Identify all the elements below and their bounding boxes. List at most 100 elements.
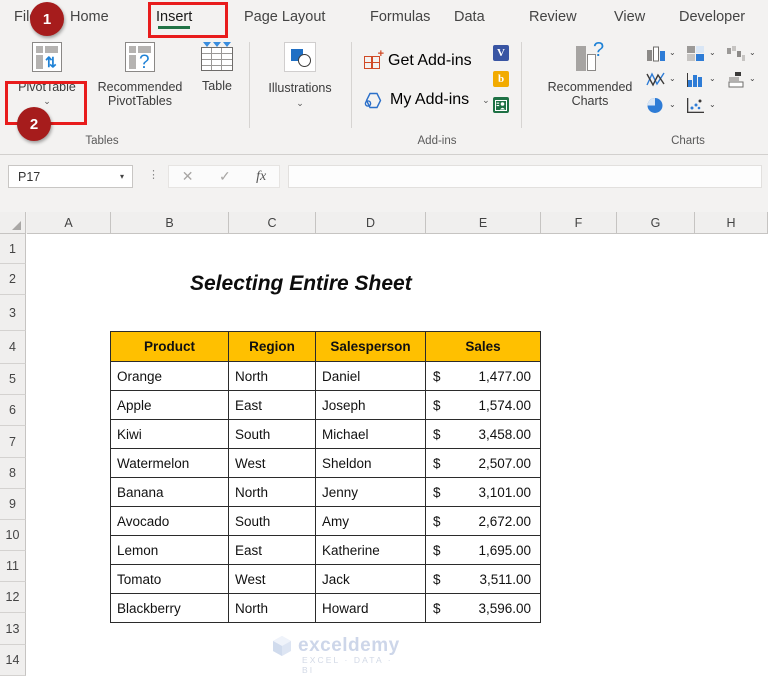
column-header-d[interactable]: D	[316, 212, 426, 234]
row-header-1[interactable]: 1	[0, 234, 26, 264]
line-chart-icon[interactable]: ⌄	[646, 70, 686, 88]
cell-region[interactable]: South	[228, 506, 316, 536]
column-header-b[interactable]: B	[111, 212, 229, 234]
cell-region[interactable]: North	[228, 361, 316, 391]
cell-region[interactable]: West	[228, 564, 316, 594]
column-header-h[interactable]: H	[695, 212, 768, 234]
formula-input[interactable]	[288, 165, 762, 188]
column-header-g[interactable]: G	[617, 212, 695, 234]
histogram-chart-icon[interactable]: ⌄	[686, 70, 726, 88]
funnel-chart-icon[interactable]: ⌄	[726, 70, 766, 88]
chevron-down-icon[interactable]: ⌄	[749, 44, 756, 62]
column-header-c[interactable]: C	[229, 212, 316, 234]
row-header-6[interactable]: 6	[0, 395, 26, 426]
cell-region[interactable]: East	[228, 535, 316, 565]
cell-region[interactable]: East	[228, 390, 316, 420]
visio-icon[interactable]: V	[493, 45, 509, 61]
chevron-down-icon[interactable]: ⌄	[709, 44, 716, 62]
row-header-5[interactable]: 5	[0, 364, 26, 395]
cell-salesperson[interactable]: Daniel	[315, 361, 426, 391]
column-header-f[interactable]: F	[541, 212, 617, 234]
waterfall-chart-icon[interactable]: ⌄	[726, 44, 766, 62]
cell-sales[interactable]: $3,101.00	[425, 477, 541, 507]
row-header-9[interactable]: 9	[0, 489, 26, 520]
cell-sales[interactable]: $3,596.00	[425, 593, 541, 623]
chevron-down-icon[interactable]: ⌄	[709, 70, 716, 88]
chevron-down-icon[interactable]: ⌄	[669, 96, 676, 114]
cell-salesperson[interactable]: Katherine	[315, 535, 426, 565]
cell-product[interactable]: Tomato	[110, 564, 229, 594]
row-header-10[interactable]: 10	[0, 520, 26, 551]
chevron-down-icon[interactable]: ▾	[120, 172, 132, 181]
cell-salesperson[interactable]: Howard	[315, 593, 426, 623]
cell-product[interactable]: Watermelon	[110, 448, 229, 478]
cell-sales[interactable]: $1,695.00	[425, 535, 541, 565]
cell-salesperson[interactable]: Jack	[315, 564, 426, 594]
cell-sales[interactable]: $1,477.00	[425, 361, 541, 391]
recommended-pivot-tables-button[interactable]: ? Recommended PivotTables	[86, 42, 194, 108]
cell-salesperson[interactable]: Jenny	[315, 477, 426, 507]
chevron-down-icon[interactable]: ⌄	[296, 99, 304, 108]
tab-review[interactable]: Review	[521, 4, 585, 30]
get-addins-button[interactable]: + Get Add-ins	[364, 48, 472, 70]
chevron-down-icon[interactable]: ⌄	[709, 96, 716, 114]
tab-developer[interactable]: Developer	[671, 4, 753, 30]
enter-icon[interactable]: ✓	[219, 168, 231, 185]
formula-bar-expand-icon[interactable]: ⋮	[148, 170, 159, 181]
chevron-down-icon[interactable]: ⌄	[749, 70, 756, 88]
recommended-charts-button[interactable]: ? Recommended Charts	[537, 40, 643, 108]
cell-product[interactable]: Avocado	[110, 506, 229, 536]
tab-page-layout[interactable]: Page Layout	[236, 4, 333, 30]
tab-home[interactable]: Home	[62, 4, 117, 30]
select-all-button[interactable]	[0, 212, 26, 234]
illustrations-button[interactable]: Illustrations ⌄	[258, 42, 342, 108]
column-header-e[interactable]: E	[426, 212, 541, 234]
cell-product[interactable]: Kiwi	[110, 419, 229, 449]
cell-sales[interactable]: $3,458.00	[425, 419, 541, 449]
insert-function-icon[interactable]: fx	[256, 169, 266, 185]
scatter-chart-icon[interactable]: ⌄	[686, 96, 726, 114]
cell-region[interactable]: South	[228, 419, 316, 449]
row-header-11[interactable]: 11	[0, 551, 26, 582]
tab-view[interactable]: View	[606, 4, 653, 30]
chevron-down-icon[interactable]: ⌄	[669, 70, 676, 88]
cell-salesperson[interactable]: Michael	[315, 419, 426, 449]
tab-data[interactable]: Data	[446, 4, 493, 30]
name-box[interactable]: P17 ▾	[8, 165, 133, 188]
cell-salesperson[interactable]: Amy	[315, 506, 426, 536]
bing-icon[interactable]: b	[493, 71, 509, 87]
row-header-8[interactable]: 8	[0, 458, 26, 489]
cell-product[interactable]: Lemon	[110, 535, 229, 565]
cell-region[interactable]: North	[228, 477, 316, 507]
cell-product[interactable]: Orange	[110, 361, 229, 391]
row-header-7[interactable]: 7	[0, 426, 26, 458]
cell-sales[interactable]: $2,507.00	[425, 448, 541, 478]
chevron-down-icon[interactable]: ⌄	[669, 44, 676, 62]
column-header-a[interactable]: A	[27, 212, 111, 234]
cell-sales[interactable]: $3,511.00	[425, 564, 541, 594]
table-button[interactable]: Table	[196, 42, 238, 93]
row-header-13[interactable]: 13	[0, 613, 26, 645]
cell-region[interactable]: North	[228, 593, 316, 623]
row-header-12[interactable]: 12	[0, 582, 26, 613]
cell-product[interactable]: Blackberry	[110, 593, 229, 623]
row-header-2[interactable]: 2	[0, 264, 26, 295]
cell-product[interactable]: Apple	[110, 390, 229, 420]
tab-formulas[interactable]: Formulas	[362, 4, 438, 30]
cancel-icon[interactable]: ✕	[182, 168, 194, 185]
cell-sales[interactable]: $2,672.00	[425, 506, 541, 536]
cell-region[interactable]: West	[228, 448, 316, 478]
row-header-4[interactable]: 4	[0, 331, 26, 364]
row-header-3[interactable]: 3	[0, 295, 26, 331]
my-addins-button[interactable]: My Add-ins ⌄	[364, 91, 490, 109]
pie-chart-icon[interactable]: ⌄	[646, 96, 686, 114]
cell-sales[interactable]: $1,574.00	[425, 390, 541, 420]
chevron-down-icon[interactable]: ⌄	[482, 96, 490, 105]
cell-salesperson[interactable]: Sheldon	[315, 448, 426, 478]
cell-salesperson[interactable]: Joseph	[315, 390, 426, 420]
bar-chart-icon[interactable]: ⌄	[686, 44, 726, 62]
row-header-14[interactable]: 14	[0, 645, 26, 676]
people-graph-icon[interactable]	[493, 97, 509, 113]
cell-product[interactable]: Banana	[110, 477, 229, 507]
column-chart-icon[interactable]: ⌄	[646, 44, 686, 62]
